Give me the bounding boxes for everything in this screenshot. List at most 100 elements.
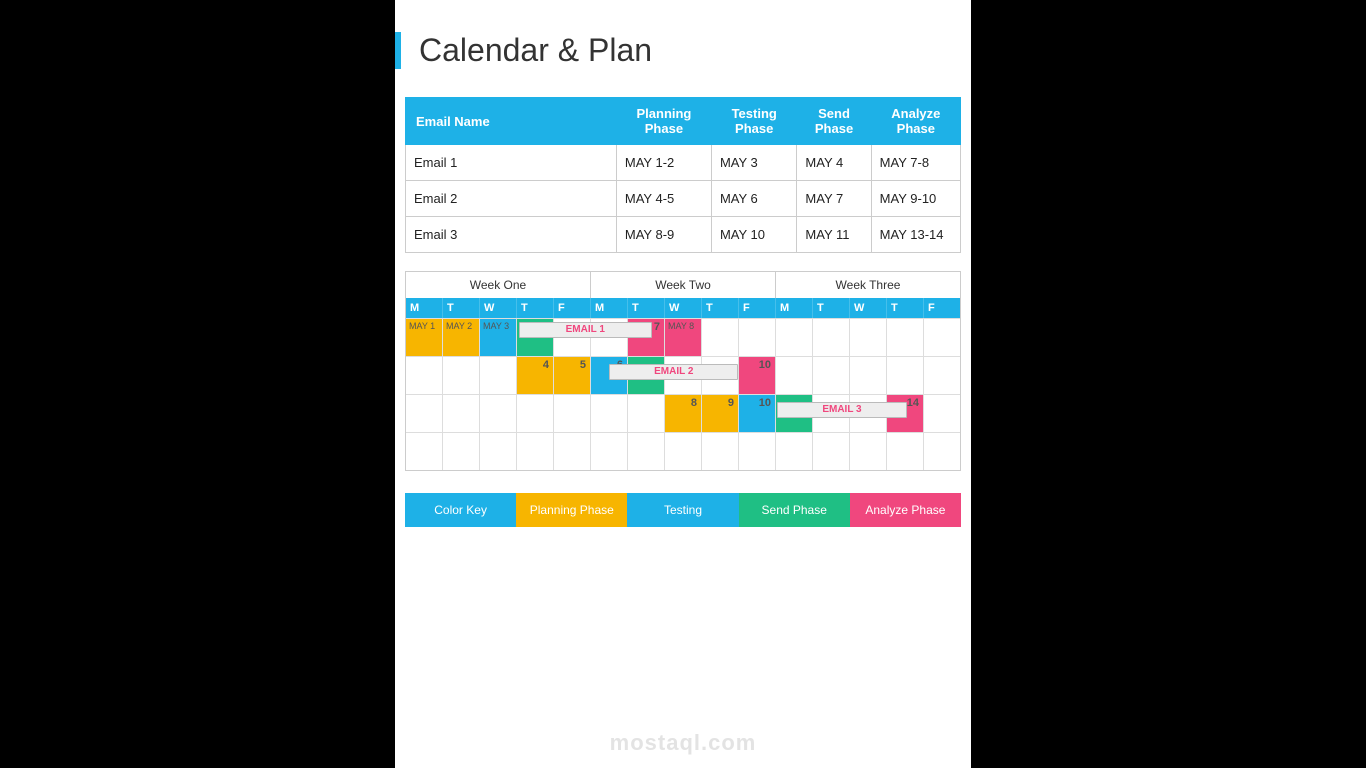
gantt-cell xyxy=(554,394,591,432)
cell-name: Email 3 xyxy=(406,217,617,253)
gantt-cell xyxy=(813,318,850,356)
gantt-cell xyxy=(850,318,887,356)
gantt-cell xyxy=(813,356,850,394)
gantt-cell xyxy=(480,432,517,470)
phases-table: Email Name Planning Phase Testing Phase … xyxy=(405,97,961,253)
gantt-cell xyxy=(776,318,813,356)
gantt-bar-email1: EMAIL 1 xyxy=(519,322,652,338)
dow-cell: T xyxy=(887,298,924,318)
gantt-cell xyxy=(628,394,665,432)
dow-cell: T xyxy=(813,298,850,318)
gantt-cell: 4 xyxy=(517,356,554,394)
gantt-cell: MAY 3 xyxy=(480,318,517,356)
cell-send: MAY 7 xyxy=(797,181,871,217)
gantt-cell xyxy=(887,432,924,470)
gantt-cell xyxy=(406,432,443,470)
gantt-cell xyxy=(517,394,554,432)
gantt-cell xyxy=(887,318,924,356)
gantt-bar-email3: EMAIL 3 xyxy=(777,402,906,418)
gantt-cell xyxy=(924,394,960,432)
cell-name: Email 1 xyxy=(406,145,617,181)
cell-testing: MAY 3 xyxy=(711,145,796,181)
gantt-cell: MAY 8 xyxy=(665,318,702,356)
gantt-cell xyxy=(591,432,628,470)
week-label: Week One xyxy=(406,272,591,298)
gantt-cell xyxy=(406,394,443,432)
gantt-cell: MAY 2 xyxy=(443,318,480,356)
cell-send: MAY 4 xyxy=(797,145,871,181)
dow-cell: F xyxy=(554,298,591,318)
dow-cell: M xyxy=(591,298,628,318)
legend-send: Send Phase xyxy=(739,493,850,527)
cell-analyze: MAY 7-8 xyxy=(871,145,960,181)
gantt-cell xyxy=(517,432,554,470)
col-analyze: Analyze Phase xyxy=(871,98,960,145)
dow-cell: W xyxy=(850,298,887,318)
gantt-cell xyxy=(924,356,960,394)
gantt-cell: MAY 1 xyxy=(406,318,443,356)
gantt-grid: MAY 1 MAY 2 MAY 3 4 7 MAY 8 EMAIL 1 xyxy=(406,318,960,470)
cell-planning: MAY 1-2 xyxy=(616,145,711,181)
cell-analyze: MAY 13-14 xyxy=(871,217,960,253)
cell-send: MAY 11 xyxy=(797,217,871,253)
gantt-cell xyxy=(406,356,443,394)
gantt-cell xyxy=(813,432,850,470)
gantt-cell xyxy=(739,318,776,356)
cell-name: Email 2 xyxy=(406,181,617,217)
gantt-cell xyxy=(443,432,480,470)
gantt-dow-header: M T W T F M T W T F M T W T F xyxy=(406,298,960,318)
gantt-cell xyxy=(554,432,591,470)
gantt-chart: Week One Week Two Week Three M T W T F M… xyxy=(405,271,961,471)
col-testing: Testing Phase xyxy=(711,98,796,145)
dow-cell: W xyxy=(665,298,702,318)
cell-analyze: MAY 9-10 xyxy=(871,181,960,217)
gantt-cell xyxy=(739,432,776,470)
cell-planning: MAY 4-5 xyxy=(616,181,711,217)
gantt-cell xyxy=(443,394,480,432)
watermark: mostaql.com xyxy=(610,730,757,756)
cell-planning: MAY 8-9 xyxy=(616,217,711,253)
dow-cell: T xyxy=(628,298,665,318)
document-page: Calendar & Plan Email Name Planning Phas… xyxy=(395,0,971,768)
dow-cell: M xyxy=(776,298,813,318)
table-row: Email 1 MAY 1-2 MAY 3 MAY 4 MAY 7-8 xyxy=(406,145,961,181)
table-row: Email 3 MAY 8-9 MAY 10 MAY 11 MAY 13-14 xyxy=(406,217,961,253)
gantt-cell xyxy=(776,356,813,394)
color-legend: Color Key Planning Phase Testing Send Ph… xyxy=(405,493,961,527)
gantt-cell xyxy=(628,432,665,470)
gantt-row-email1: MAY 1 MAY 2 MAY 3 4 7 MAY 8 xyxy=(406,318,960,356)
gantt-cell xyxy=(480,356,517,394)
legend-key: Color Key xyxy=(405,493,516,527)
legend-testing: Testing xyxy=(627,493,738,527)
gantt-cell xyxy=(924,432,960,470)
gantt-cell xyxy=(665,432,702,470)
title-block: Calendar & Plan xyxy=(395,32,961,69)
dow-cell: M xyxy=(406,298,443,318)
gantt-cell: 10 xyxy=(739,356,776,394)
week-label: Week Three xyxy=(776,272,960,298)
dow-cell: T xyxy=(443,298,480,318)
cell-testing: MAY 6 xyxy=(711,181,796,217)
gantt-cell xyxy=(702,318,739,356)
gantt-cell: 5 xyxy=(554,356,591,394)
dow-cell: T xyxy=(702,298,739,318)
dow-cell: T xyxy=(517,298,554,318)
dow-cell: W xyxy=(480,298,517,318)
cell-testing: MAY 10 xyxy=(711,217,796,253)
col-send: Send Phase xyxy=(797,98,871,145)
col-planning: Planning Phase xyxy=(616,98,711,145)
gantt-week-header: Week One Week Two Week Three xyxy=(406,272,960,298)
gantt-cell xyxy=(924,318,960,356)
gantt-bar-email2: EMAIL 2 xyxy=(609,364,738,380)
legend-planning: Planning Phase xyxy=(516,493,627,527)
dow-cell: F xyxy=(924,298,960,318)
gantt-cell xyxy=(776,432,813,470)
week-label: Week Two xyxy=(591,272,776,298)
gantt-cell: 10 xyxy=(739,394,776,432)
gantt-cell xyxy=(887,356,924,394)
gantt-cell xyxy=(850,356,887,394)
col-email-name: Email Name xyxy=(406,98,617,145)
gantt-cell: 8 xyxy=(665,394,702,432)
gantt-cell xyxy=(591,394,628,432)
gantt-cell xyxy=(702,432,739,470)
